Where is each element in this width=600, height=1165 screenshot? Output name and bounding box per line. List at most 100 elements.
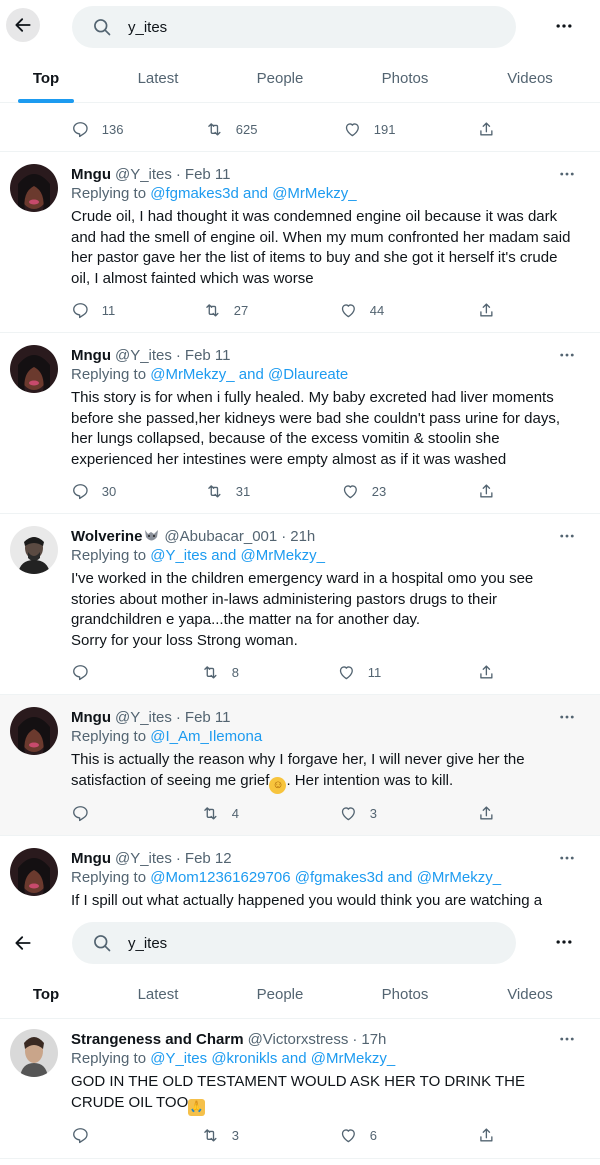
- avatar[interactable]: [10, 345, 58, 393]
- share-button[interactable]: [477, 471, 496, 511]
- tweet-body: If I spill out what actually happened yo…: [71, 892, 543, 909]
- tweet[interactable]: Mngu @Y_ites · Feb 11 Replying to @I_Am_…: [0, 695, 600, 836]
- search-tabs: Top Latest People Photos Videos: [0, 53, 600, 103]
- like-button[interactable]: 11: [337, 652, 381, 692]
- mention-link[interactable]: @Y_ites: [150, 547, 207, 564]
- back-button[interactable]: [6, 926, 40, 960]
- timestamp[interactable]: Feb 11: [185, 166, 231, 183]
- retweet-button[interactable]: 625: [205, 109, 257, 149]
- share-button[interactable]: [477, 1115, 496, 1155]
- handle[interactable]: @Y_ites: [115, 709, 172, 726]
- tweet-more-button[interactable]: [556, 164, 578, 184]
- tab-videos[interactable]: Videos: [484, 53, 576, 103]
- display-name[interactable]: Mngu: [71, 166, 111, 183]
- reply-button[interactable]: 136: [71, 109, 123, 149]
- handle[interactable]: @Abubacar_001: [164, 528, 277, 545]
- mention-link[interactable]: @I_Am_Ilemona: [150, 728, 262, 745]
- reply-button[interactable]: 30: [71, 471, 116, 511]
- display-name[interactable]: Mngu: [71, 709, 111, 726]
- tweet-more-button[interactable]: [556, 526, 578, 546]
- more-options-button[interactable]: [552, 14, 576, 38]
- tab-top[interactable]: Top: [0, 969, 92, 1019]
- retweet-button[interactable]: 4: [201, 793, 239, 833]
- like-button[interactable]: 3: [339, 793, 377, 833]
- tab-videos[interactable]: Videos: [484, 969, 576, 1019]
- timestamp[interactable]: Feb 11: [185, 709, 231, 726]
- like-button[interactable]: 6: [339, 1115, 377, 1155]
- tab-people[interactable]: People: [234, 53, 326, 103]
- reply-button[interactable]: [71, 793, 90, 833]
- retweet-button[interactable]: 3: [201, 1115, 239, 1155]
- share-button[interactable]: [477, 652, 496, 692]
- handle[interactable]: @Y_ites: [115, 347, 172, 364]
- retweet-button[interactable]: 8: [201, 652, 239, 692]
- timestamp[interactable]: Feb 11: [185, 347, 231, 364]
- reply-button[interactable]: [71, 652, 90, 692]
- mention-link[interactable]: @kronikls: [211, 1050, 277, 1067]
- tweet-more-button[interactable]: [556, 345, 578, 365]
- tab-photos[interactable]: Photos: [359, 969, 451, 1019]
- display-name[interactable]: Mngu: [71, 850, 111, 867]
- tweet-more-button[interactable]: [556, 848, 578, 868]
- tweet[interactable]: Wolverine @Abubacar_001 · 21h Replying t…: [0, 514, 600, 695]
- reply-button[interactable]: 11: [71, 290, 115, 330]
- and-label[interactable]: and: [383, 869, 416, 886]
- timestamp[interactable]: 21h: [290, 528, 315, 545]
- timestamp[interactable]: Feb 12: [185, 850, 232, 867]
- like-button[interactable]: 191: [343, 109, 395, 149]
- tweet[interactable]: Mngu @Y_ites · Feb 12 Replying to @Mom12…: [0, 836, 600, 916]
- avatar[interactable]: [10, 164, 58, 212]
- handle[interactable]: @Victorxstress: [248, 1031, 349, 1048]
- and-label[interactable]: and: [235, 366, 268, 383]
- display-name[interactable]: Strangeness and Charm: [71, 1031, 244, 1048]
- mention-link[interactable]: @Dlaureate: [268, 366, 348, 383]
- mention-link[interactable]: @MrMekzy_: [417, 869, 501, 886]
- retweet-button[interactable]: 31: [205, 471, 250, 511]
- tab-top[interactable]: Top: [0, 53, 92, 103]
- avatar[interactable]: [10, 526, 58, 574]
- mention-link[interactable]: @Mom12361629706: [150, 869, 290, 886]
- mention-link[interactable]: @MrMekzy_: [311, 1050, 395, 1067]
- display-name[interactable]: Mngu: [71, 347, 111, 364]
- like-button[interactable]: 23: [341, 471, 386, 511]
- display-name[interactable]: Wolverine: [71, 528, 142, 545]
- tab-people[interactable]: People: [234, 969, 326, 1019]
- mention-link[interactable]: @fgmakes3d: [295, 869, 384, 886]
- mention-link[interactable]: @Y_ites: [150, 1050, 207, 1067]
- handle[interactable]: @Y_ites: [115, 166, 172, 183]
- mention-link[interactable]: @fgmakes3d: [150, 185, 239, 202]
- avatar[interactable]: [10, 1029, 58, 1077]
- search-box[interactable]: y_ites: [72, 922, 516, 964]
- avatar[interactable]: [10, 848, 58, 896]
- share-button[interactable]: [477, 793, 496, 833]
- retweet-button[interactable]: 27: [203, 290, 248, 330]
- tab-latest[interactable]: Latest: [112, 53, 204, 103]
- timestamp[interactable]: 17h: [361, 1031, 386, 1048]
- and-label[interactable]: and: [239, 185, 272, 202]
- search-box[interactable]: y_ites: [72, 6, 516, 48]
- mention-link[interactable]: @MrMekzy_: [241, 547, 325, 564]
- reply-button[interactable]: [71, 1115, 90, 1155]
- like-button[interactable]: 44: [339, 290, 384, 330]
- share-button[interactable]: [477, 109, 496, 149]
- search-input[interactable]: y_ites: [128, 19, 167, 36]
- tab-label: Latest: [137, 69, 179, 87]
- share-button[interactable]: [477, 290, 496, 330]
- more-options-button[interactable]: [552, 930, 576, 954]
- back-button[interactable]: [6, 8, 40, 42]
- tweet-more-button[interactable]: [556, 707, 578, 727]
- handle[interactable]: @Y_ites: [115, 850, 172, 867]
- and-label[interactable]: and: [277, 1050, 310, 1067]
- and-label[interactable]: and: [207, 547, 240, 564]
- tweet-actions: 30 31 23: [0, 471, 600, 511]
- tweet-more-button[interactable]: [556, 1029, 578, 1049]
- tab-photos[interactable]: Photos: [359, 53, 451, 103]
- tweet[interactable]: Mngu @Y_ites · Feb 11 Replying to @MrMek…: [0, 333, 600, 514]
- tweet[interactable]: Mngu @Y_ites · Feb 11 Replying to @fgmak…: [0, 152, 600, 333]
- search-input[interactable]: y_ites: [128, 935, 167, 952]
- mention-link[interactable]: @MrMekzy_: [272, 185, 356, 202]
- avatar[interactable]: [10, 707, 58, 755]
- tab-latest[interactable]: Latest: [112, 969, 204, 1019]
- mention-link[interactable]: @MrMekzy_: [150, 366, 234, 383]
- tweet[interactable]: Strangeness and Charm @Victorxstress · 1…: [0, 1019, 600, 1159]
